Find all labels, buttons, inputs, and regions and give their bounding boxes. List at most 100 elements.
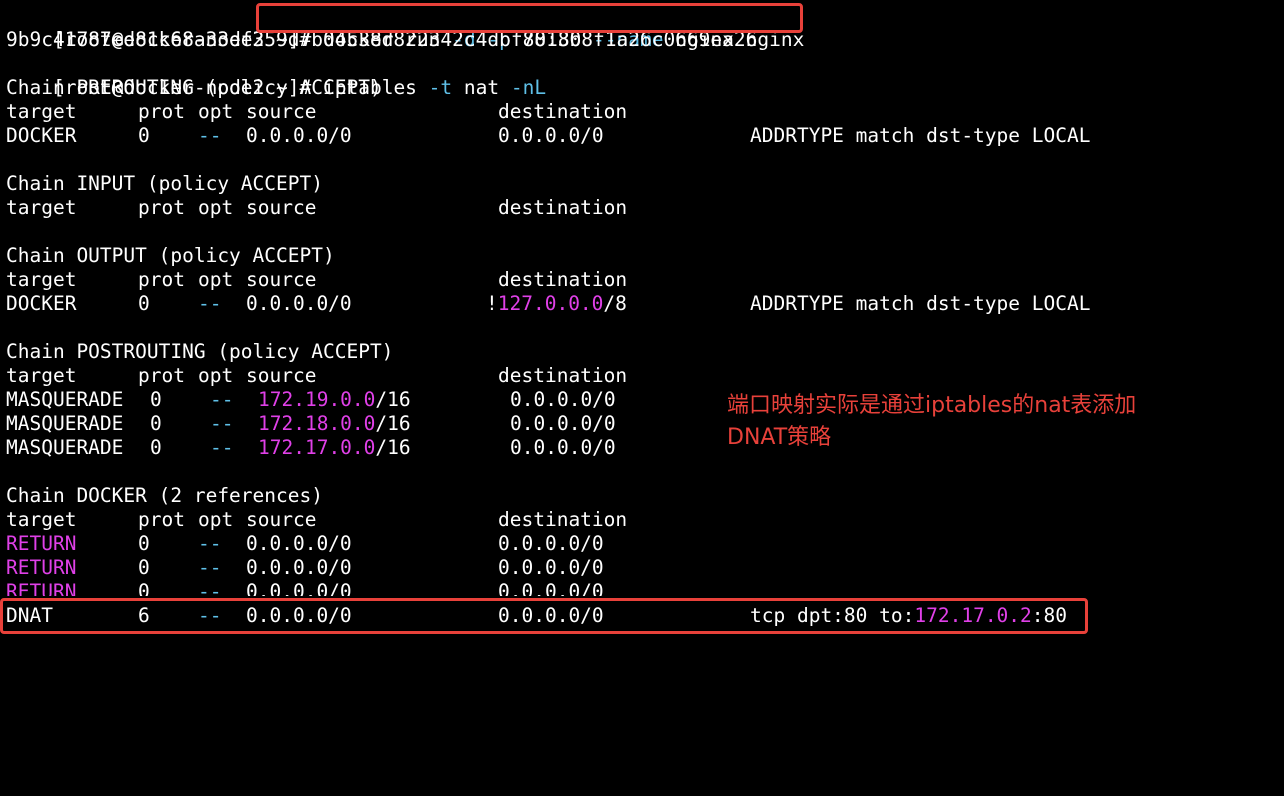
header-prot: prot bbox=[138, 268, 185, 291]
header-destination: destination bbox=[498, 508, 628, 531]
rule-opt: -- bbox=[198, 292, 222, 315]
rule-destination: 0.0.0.0/0 bbox=[498, 124, 604, 147]
chain-title-prerouting: Chain PREROUTING (policy ACCEPT) bbox=[6, 76, 382, 99]
header-prot: prot bbox=[138, 196, 185, 219]
rule-source: 172.19.0.0/16 bbox=[258, 388, 411, 412]
chain-title-docker: Chain DOCKER (2 references) bbox=[6, 484, 323, 507]
rule-opt: -- bbox=[198, 532, 222, 555]
rule-destination: 0.0.0.0/0 bbox=[510, 436, 616, 459]
dest-ip: 127.0.0.0 bbox=[497, 292, 604, 315]
rule-source: 0.0.0.0/0 bbox=[246, 532, 352, 555]
source-ip: 172.17.0.0 bbox=[258, 436, 376, 459]
command-option: -t bbox=[428, 76, 453, 99]
header-opt: opt bbox=[198, 268, 234, 291]
header-target: target bbox=[6, 508, 77, 531]
header-prot: prot bbox=[138, 100, 185, 123]
source-ip: 172.18.0.0 bbox=[258, 412, 376, 435]
rule-row: MASQUERADE 0 -- 172.19.0.0/16 0.0.0.0/0 bbox=[6, 388, 706, 412]
rule-row: RETURN 0 -- 0.0.0.0/0 0.0.0.0/0 bbox=[6, 532, 706, 556]
rule-row-dnat: DNAT 6 -- 0.0.0.0/0 0.0.0.0/0 tcp dpt:80… bbox=[6, 604, 1206, 628]
command-option: -nL bbox=[510, 76, 547, 99]
column-header-row: target prot opt source destination bbox=[6, 364, 1206, 388]
rule-extra: ADDRTYPE match dst-type LOCAL bbox=[750, 124, 1091, 147]
source-mask: /16 bbox=[375, 436, 411, 459]
rule-prot: 0 bbox=[150, 436, 162, 459]
rule-row: MASQUERADE 0 -- 172.18.0.0/16 0.0.0.0/0 bbox=[6, 412, 706, 436]
chain-title-output: Chain OUTPUT (policy ACCEPT) bbox=[6, 244, 335, 267]
rule-row: RETURN 0 -- 0.0.0.0/0 0.0.0.0/0 bbox=[6, 580, 706, 596]
header-target: target bbox=[6, 100, 77, 123]
source-mask: /16 bbox=[375, 388, 411, 411]
terminal-window[interactable]: [root@docker-node2 ~]# docker run -d -p … bbox=[0, 0, 1284, 636]
rule-row: DOCKER 0 -- 0.0.0.0/0 !127.0.0.0/8 ADDRT… bbox=[6, 292, 1206, 316]
rule-prot: 0 bbox=[138, 532, 150, 555]
dest-negation: ! bbox=[486, 292, 498, 315]
rule-source: 172.18.0.0/16 bbox=[258, 412, 411, 436]
rule-opt: -- bbox=[210, 412, 234, 435]
chain-title-postrouting: Chain POSTROUTING (policy ACCEPT) bbox=[6, 340, 394, 363]
rule-target: RETURN bbox=[6, 556, 77, 579]
column-header-row: target prot opt source destination bbox=[6, 196, 1206, 220]
rule-target: RETURN bbox=[6, 580, 77, 596]
rule-destination: 0.0.0.0/0 bbox=[498, 556, 604, 579]
rule-prot: 0 bbox=[150, 388, 162, 411]
command-line-docker-run: [root@docker-node2 ~]# docker run -d -p … bbox=[6, 4, 804, 51]
column-header-row: target prot opt source destination bbox=[6, 508, 1206, 532]
rule-opt: -- bbox=[198, 556, 222, 579]
header-source: source bbox=[246, 196, 317, 219]
rule-prot: 0 bbox=[138, 580, 150, 596]
rule-opt: -- bbox=[198, 124, 222, 147]
container-id-output: 9b9c41787ee81c68a33ef359d7b04538d822342c… bbox=[6, 28, 758, 51]
rule-target: MASQUERADE bbox=[6, 388, 124, 411]
rule-prot: 0 bbox=[138, 556, 150, 579]
rule-opt: -- bbox=[198, 604, 222, 627]
header-target: target bbox=[6, 268, 77, 291]
rule-row: RETURN 0 -- 0.0.0.0/0 0.0.0.0/0 bbox=[6, 556, 706, 580]
rule-target: DNAT bbox=[6, 604, 53, 627]
rule-opt: -- bbox=[210, 436, 234, 459]
rule-destination: 0.0.0.0/0 bbox=[498, 604, 604, 627]
header-opt: opt bbox=[198, 364, 234, 387]
rule-source: 0.0.0.0/0 bbox=[246, 556, 352, 579]
header-target: target bbox=[6, 364, 77, 387]
rule-destination: !127.0.0.0/8 bbox=[486, 292, 627, 316]
rule-extra: tcp dpt:80 to:172.17.0.2:80 bbox=[750, 604, 1067, 628]
rule-prot: 0 bbox=[138, 292, 150, 315]
rule-prot: 0 bbox=[150, 412, 162, 435]
column-header-row: target prot opt source destination bbox=[6, 268, 1206, 292]
rule-source: 0.0.0.0/0 bbox=[246, 580, 352, 596]
header-opt: opt bbox=[198, 196, 234, 219]
extra-port: :80 bbox=[1031, 604, 1068, 627]
extra-prefix: tcp dpt:80 to: bbox=[750, 604, 915, 627]
rule-source: 0.0.0.0/0 bbox=[246, 292, 352, 315]
annotation-note: 端口映射实际是通过iptables的nat表添加DNAT策略 bbox=[727, 393, 1137, 450]
header-destination: destination bbox=[498, 268, 628, 291]
rule-prot: 0 bbox=[138, 124, 150, 147]
header-source: source bbox=[246, 508, 317, 531]
rule-destination: 0.0.0.0/0 bbox=[498, 580, 604, 596]
rule-row: MASQUERADE 0 -- 172.17.0.0/16 0.0.0.0/0 bbox=[6, 436, 706, 460]
header-opt: opt bbox=[198, 100, 234, 123]
rule-target: MASQUERADE bbox=[6, 412, 124, 435]
rule-target: DOCKER bbox=[6, 124, 77, 147]
command-text: nat bbox=[452, 76, 511, 99]
header-source: source bbox=[246, 100, 317, 123]
rule-source: 172.17.0.0/16 bbox=[258, 436, 411, 460]
rule-target: RETURN bbox=[6, 532, 77, 555]
rule-destination: 0.0.0.0/0 bbox=[510, 388, 616, 411]
rule-prot: 6 bbox=[138, 604, 150, 627]
source-ip: 172.19.0.0 bbox=[258, 388, 376, 411]
header-destination: destination bbox=[498, 364, 628, 387]
rule-opt: -- bbox=[198, 580, 222, 596]
header-prot: prot bbox=[138, 364, 185, 387]
header-opt: opt bbox=[198, 508, 234, 531]
rule-target: MASQUERADE bbox=[6, 436, 124, 459]
rule-opt: -- bbox=[210, 388, 234, 411]
rule-destination: 0.0.0.0/0 bbox=[498, 532, 604, 555]
rule-row: DOCKER 0 -- 0.0.0.0/0 0.0.0.0/0 ADDRTYPE… bbox=[6, 124, 1206, 148]
chain-title-input: Chain INPUT (policy ACCEPT) bbox=[6, 172, 323, 195]
rule-source: 0.0.0.0/0 bbox=[246, 604, 352, 627]
header-destination: destination bbox=[498, 100, 628, 123]
command-line-iptables: [root@docker-node2 ~]# iptables -t nat -… bbox=[6, 52, 546, 99]
rule-source: 0.0.0.0/0 bbox=[246, 124, 352, 147]
